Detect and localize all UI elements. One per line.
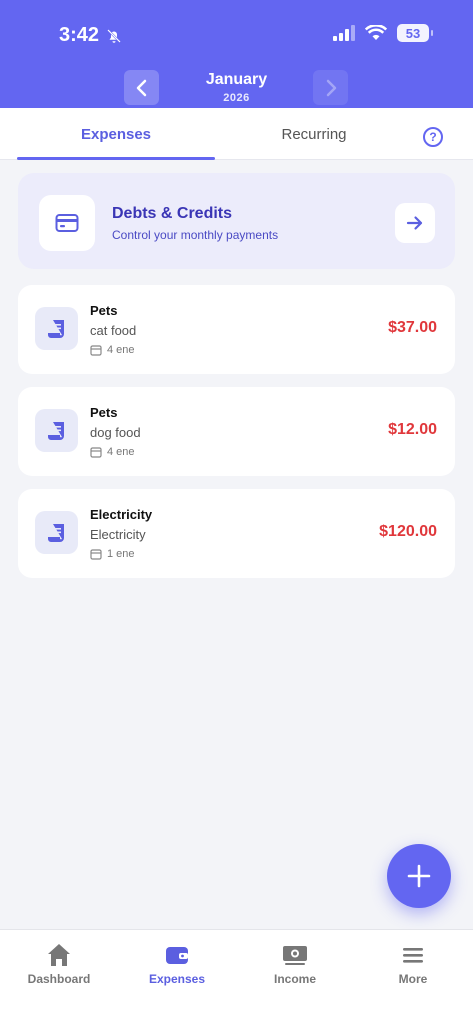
nav-income-label: Income: [273, 972, 316, 986]
status-icons: 53: [333, 24, 433, 42]
next-month-button[interactable]: [313, 70, 348, 105]
expense-date-text: 4 ene: [107, 446, 135, 458]
debts-subtitle: Control your monthly payments: [112, 228, 279, 242]
nav-dashboard[interactable]: Dashboard: [0, 942, 118, 1002]
tab-recurring[interactable]: Recurring: [215, 108, 413, 160]
nav-more-label: More: [398, 972, 428, 986]
expense-category: Pets: [90, 303, 118, 318]
battery-icon: 53: [397, 24, 433, 42]
status-time-text: 3:42: [59, 24, 100, 46]
nav-more[interactable]: More: [354, 942, 472, 1002]
year-label: 2026: [223, 92, 250, 104]
app-header: 3:42 53 January 2026: [0, 0, 473, 108]
home-icon: [48, 944, 70, 966]
expense-date-text: 1 ene: [107, 548, 135, 560]
receipt-icon: [35, 511, 78, 554]
calendar-icon: [90, 549, 102, 560]
status-bar-time: 3:42: [59, 24, 123, 47]
battery-level: 53: [405, 25, 421, 41]
credit-card-icon: [39, 195, 95, 251]
expense-category: Electricity: [90, 507, 153, 522]
expense-date: 1 ene: [90, 548, 135, 560]
nav-expenses-label: Expenses: [148, 972, 206, 986]
bell-slash-icon: [107, 28, 121, 43]
expense-date: 4 ene: [90, 344, 135, 356]
nav-income[interactable]: Income: [236, 942, 354, 1002]
wifi-icon: [365, 25, 387, 40]
nav-dashboard-label: Dashboard: [27, 972, 91, 986]
menu-icon: [403, 948, 423, 963]
debts-credits-card[interactable]: Debts & Credits Control your monthly pay…: [18, 173, 455, 269]
expense-description: dog food: [90, 425, 141, 440]
expense-amount: $37.00: [388, 319, 437, 336]
debts-title: Debts & Credits: [112, 205, 233, 222]
calendar-icon: [90, 447, 102, 458]
bottom-navigation: Dashboard Expenses Income More: [0, 929, 473, 1024]
expense-category: Pets: [90, 405, 118, 420]
help-icon[interactable]: ?: [423, 127, 443, 147]
expense-item[interactable]: Electricity Electricity 1 ene $120.00: [18, 489, 455, 578]
expense-amount: $12.00: [388, 421, 437, 438]
arrow-right-icon: [406, 216, 423, 230]
expense-description: Electricity: [90, 527, 146, 542]
expense-date-text: 4 ene: [107, 344, 135, 356]
expense-item[interactable]: Pets cat food 4 ene $37.00: [18, 285, 455, 374]
plus-icon: [407, 864, 431, 888]
signal-icon: [333, 25, 355, 41]
nav-expenses[interactable]: Expenses: [118, 942, 236, 1002]
tab-bar: Expenses Recurring ?: [0, 108, 473, 160]
wallet-icon: [166, 947, 188, 964]
expense-description: cat food: [90, 323, 137, 338]
calendar-icon: [90, 345, 102, 356]
expense-date: 4 ene: [90, 446, 135, 458]
chevron-right-icon: [326, 79, 336, 96]
expense-amount: $120.00: [379, 523, 437, 540]
add-expense-button[interactable]: [387, 844, 451, 908]
receipt-icon: [35, 307, 78, 350]
tab-expenses[interactable]: Expenses: [17, 108, 215, 160]
month-title: January: [205, 71, 268, 88]
debts-arrow-button[interactable]: [395, 203, 435, 243]
money-icon: [283, 946, 307, 965]
expense-item[interactable]: Pets dog food 4 ene $12.00: [18, 387, 455, 476]
receipt-icon: [35, 409, 78, 452]
